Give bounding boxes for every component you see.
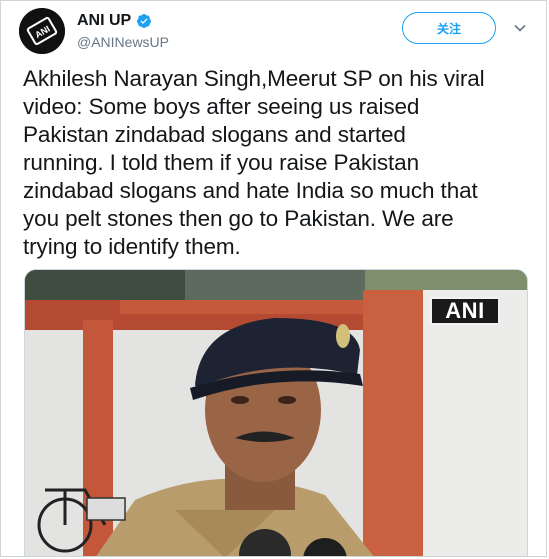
ani-logo-icon: ANI — [19, 8, 65, 54]
ani-watermark: ANI — [430, 297, 500, 325]
display-name[interactable]: ANI UP — [77, 12, 131, 30]
tweet-line: zindabad slogans and hate India so much … — [23, 178, 478, 203]
handle[interactable]: @ANINewsUP — [77, 34, 169, 50]
tweet-line: video: Some boys after seeing us raised — [23, 94, 420, 119]
tweet-line: running. I told them if you raise Pakist… — [23, 150, 420, 175]
tweet-card: ANI ANI UP @ANINewsUP 关注 Akhilesh Naraya… — [0, 0, 547, 557]
tweet-line: Pakistan zindabad slogans and started — [23, 122, 406, 147]
tweet-header: ANI ANI UP @ANINewsUP 关注 — [1, 1, 546, 61]
avatar[interactable]: ANI — [19, 8, 65, 54]
tweet-text: Akhilesh Narayan Singh,Meerut SP on his … — [23, 65, 533, 261]
tweet-line: trying to identify them. — [23, 234, 241, 259]
tweet-media-video[interactable]: ANI — [24, 269, 528, 557]
follow-button[interactable]: 关注 — [402, 12, 496, 44]
tweet-line: Akhilesh Narayan Singh,Meerut SP on his … — [23, 66, 485, 91]
chevron-down-icon[interactable] — [513, 21, 527, 35]
tweet-line: you pelt stones then go to Pakistan. We … — [23, 206, 454, 231]
verified-badge-icon — [137, 14, 152, 28]
